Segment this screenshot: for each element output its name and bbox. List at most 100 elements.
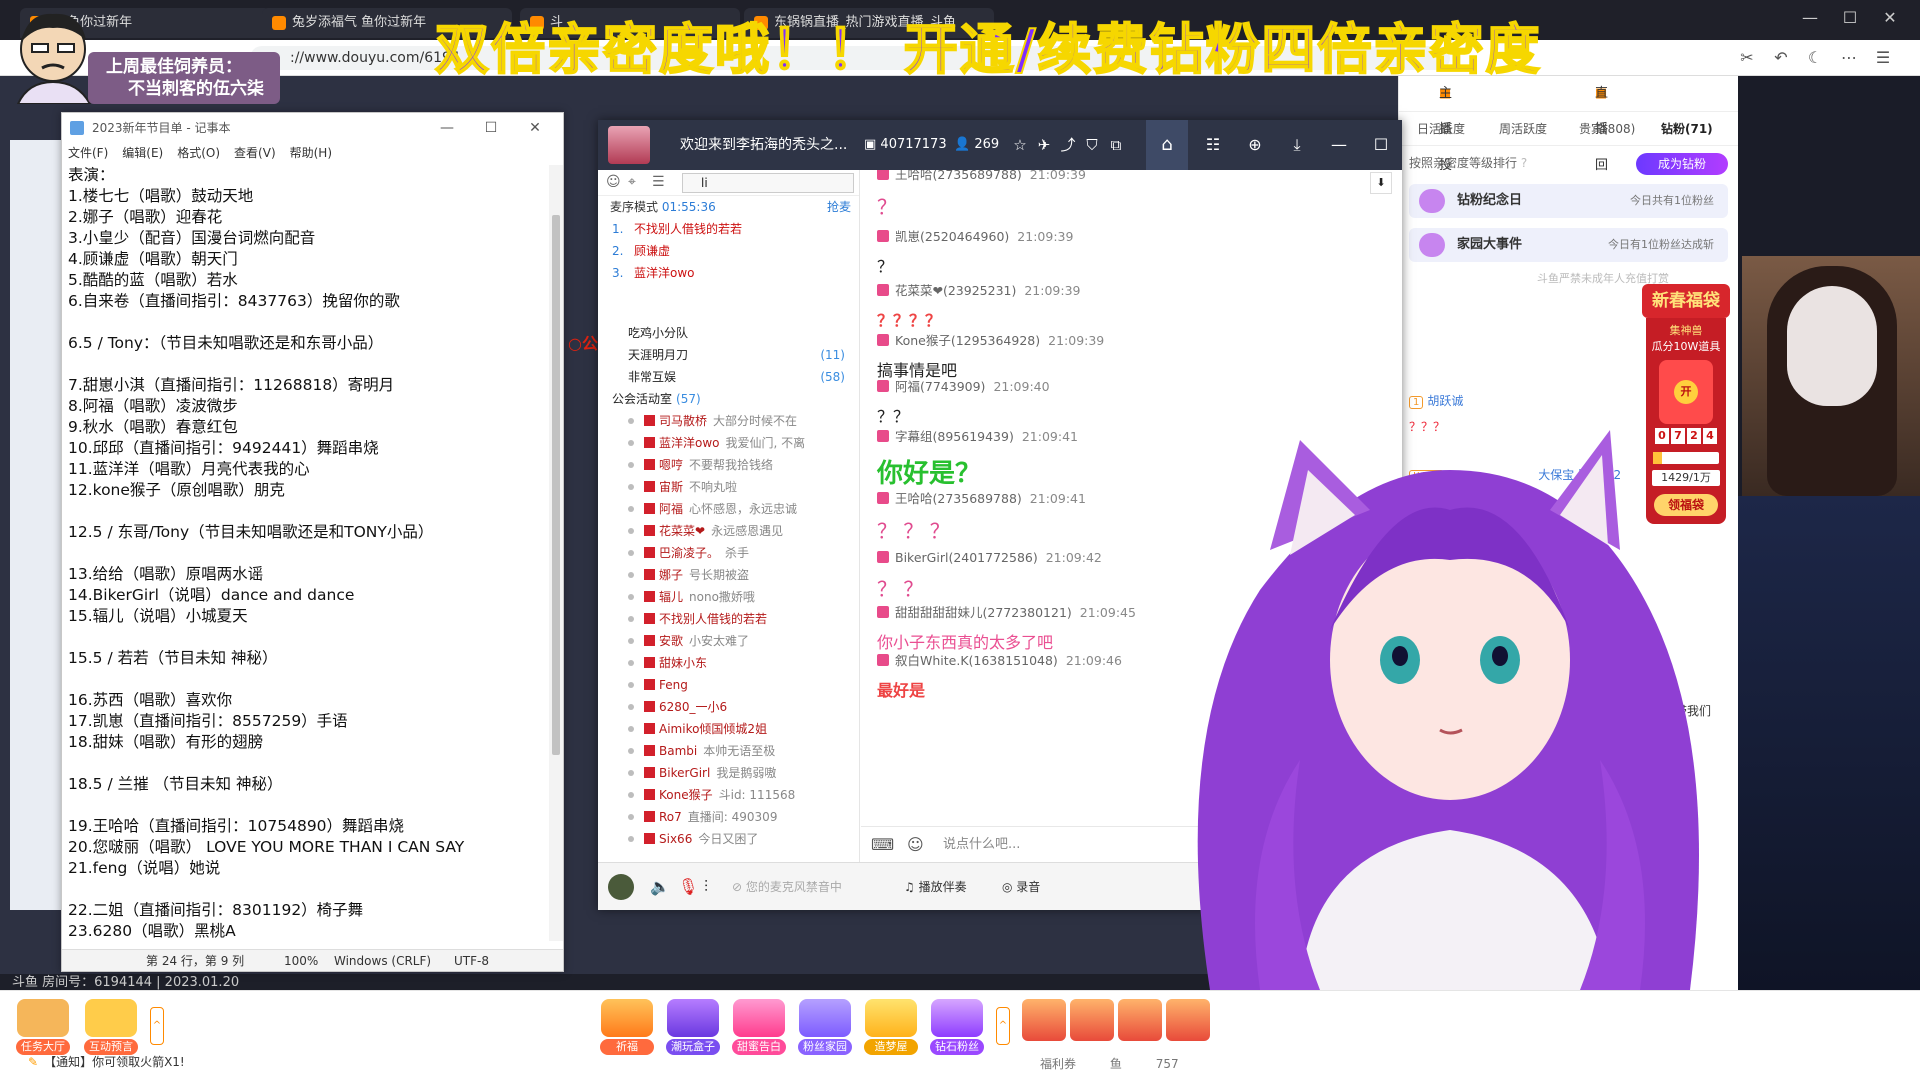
gift-diamond-fans[interactable]: 钻石粉丝: [930, 999, 984, 1055]
message-author[interactable]: 王哈哈(2735689788): [895, 491, 1022, 506]
download-icon[interactable]: ⤓: [1276, 120, 1318, 170]
member-item[interactable]: 司马散桥 大部分时候不在: [598, 410, 859, 432]
extensions-icon[interactable]: ✂: [1730, 48, 1764, 67]
menu-help[interactable]: 帮助(H): [290, 146, 332, 160]
message-author[interactable]: 字幕组(895619439): [895, 429, 1014, 444]
maximize-button[interactable]: ☐: [1360, 120, 1402, 170]
gamepad-icon[interactable]: ⊕: [1234, 120, 1276, 170]
fan-anniversary-card[interactable]: 钻粉纪念日 今日共有1位粉丝: [1409, 184, 1728, 218]
expand-center-icon[interactable]: ^: [996, 1007, 1010, 1045]
menu-view[interactable]: 查看(V): [234, 146, 276, 160]
message-author[interactable]: 王哈哈(2735689788): [895, 170, 1022, 182]
become-fan-button[interactable]: 成为钻粉: [1636, 153, 1728, 175]
chat-user[interactable]: 大吉大利: [1532, 520, 1580, 534]
night-mode-icon[interactable]: ☾: [1798, 48, 1832, 67]
emoji-icon[interactable]: ☺: [907, 827, 924, 863]
mic-muted-icon[interactable]: 🎙: [678, 863, 698, 911]
notepad-scrollbar[interactable]: [549, 165, 563, 941]
location-icon[interactable]: ⌖: [628, 174, 636, 190]
screen-icon[interactable]: ⧉: [1104, 120, 1128, 170]
mic-queue-item[interactable]: 2. 顾谦虚: [598, 240, 859, 262]
replay-link[interactable]: ■ 直播回看 ›: [1595, 76, 1608, 209]
notes-icon[interactable]: ☰: [652, 174, 665, 190]
member-item[interactable]: 辐儿 nono撒娇哦: [598, 586, 859, 608]
member-item[interactable]: 甜妹小东: [598, 652, 859, 674]
home-icon[interactable]: ⌂: [1146, 120, 1188, 170]
prediction-button[interactable]: 互动预言: [84, 999, 138, 1055]
message-author[interactable]: Kone猴子(1295364928): [895, 333, 1040, 348]
message-author[interactable]: 花菜菜❤(23925231): [895, 283, 1016, 298]
help-icon[interactable]: ?: [1521, 156, 1527, 170]
user-avatar[interactable]: [608, 874, 634, 900]
subchannel-item[interactable]: 吃鸡小分队: [598, 322, 859, 344]
gift-item[interactable]: [1070, 999, 1114, 1041]
member-item[interactable]: 安歌 小安太难了: [598, 630, 859, 652]
notepad-text-area[interactable]: 表演： 1.楼七七（唱歌）鼓动天地 2.娜子（唱歌）迎春花 3.小皇少（配音）国漫台词…: [64, 165, 548, 941]
mic-queue-item[interactable]: 3. 蓝洋洋owo: [598, 262, 859, 284]
tab-diamond-fans[interactable]: 钻粉(71): [1661, 112, 1713, 146]
tab-weekly-active[interactable]: 周活跃度: [1499, 112, 1547, 146]
more-icon[interactable]: ⋯: [1832, 48, 1866, 67]
message-author[interactable]: 叙白White.K(1638151048): [895, 653, 1058, 668]
task-hall-button[interactable]: 任务大厅: [16, 999, 70, 1055]
subchannel-item[interactable]: 天涯明月刀 (11): [598, 344, 859, 366]
member-item[interactable]: 巴渝凌子。 杀手: [598, 542, 859, 564]
gift-confession[interactable]: 甜蜜告白: [732, 999, 786, 1055]
gift-pray[interactable]: 祈福: [600, 999, 654, 1055]
member-item[interactable]: Ro7 直播间: 490309: [598, 806, 859, 828]
member-item[interactable]: 6280_一小6: [598, 696, 859, 718]
channel-search-input[interactable]: li: [682, 173, 854, 193]
message-author[interactable]: 甜甜甜甜甜妹儿(2772380121): [895, 605, 1072, 620]
tab-vip[interactable]: 贵宾(808): [1579, 112, 1635, 146]
chat-user[interactable]: 大保宝上宝732: [1538, 468, 1621, 482]
scrollbar-thumb[interactable]: [552, 215, 560, 755]
minimize-button[interactable]: —: [1790, 8, 1830, 27]
notepad-maximize-button[interactable]: ☐: [469, 113, 513, 143]
person-icon[interactable]: ☺: [606, 174, 621, 190]
share-icon[interactable]: ⤴: [1056, 120, 1080, 170]
tab-daily-active[interactable]: 日活跃度: [1417, 112, 1465, 146]
gift-blind-box[interactable]: 潮玩盒子: [666, 999, 720, 1055]
member-item[interactable]: Kone猴子 斗id: 111568: [598, 784, 859, 806]
notepad-minimize-button[interactable]: —: [425, 113, 469, 143]
minimize-button[interactable]: —: [1318, 120, 1360, 170]
menu-format[interactable]: 格式(O): [177, 146, 220, 160]
member-item[interactable]: Six66 今日又困了: [598, 828, 859, 850]
speaker-icon[interactable]: 🔈: [650, 863, 670, 911]
member-item[interactable]: Bambi 本帅无语至极: [598, 740, 859, 762]
new-year-lucky-bag[interactable]: 新春福袋 集神兽 瓜分10W道具 开 0724 1429/1万 领福袋: [1642, 256, 1730, 526]
chat-user[interactable]: 胡跃诚: [1427, 394, 1463, 408]
maximize-button[interactable]: ☐: [1830, 8, 1870, 27]
subchannel-item[interactable]: 非常互娱 (58): [598, 366, 859, 388]
member-item[interactable]: Feng: [598, 674, 859, 696]
member-item[interactable]: 阿福 心怀感恩，永远忠诚: [598, 498, 859, 520]
scroll-bottom-icon[interactable]: ⬇: [1370, 172, 1392, 194]
member-item[interactable]: Aimiko倾国倾城2姐: [598, 718, 859, 740]
member-item[interactable]: BikerGirl 我是鹅弱嗷: [598, 762, 859, 784]
message-author[interactable]: BikerGirl(2401772586): [895, 550, 1038, 565]
menu-icon[interactable]: ☰: [1866, 48, 1900, 67]
message-author[interactable]: 凯崽(2520464960): [895, 229, 1009, 244]
close-button[interactable]: ✕: [1870, 8, 1910, 27]
coupon-link[interactable]: 福利券: [1040, 1057, 1076, 1071]
accompany-button[interactable]: ♫ 播放伴奏: [904, 863, 967, 911]
gift-item[interactable]: [1166, 999, 1210, 1041]
gamepad-icon[interactable]: ⌨: [871, 827, 894, 863]
record-button[interactable]: ◎ 录音: [1002, 863, 1040, 911]
gift-dream-house[interactable]: 造梦屋: [864, 999, 918, 1055]
member-item[interactable]: 嗯哼 不要帮我拾钱络: [598, 454, 859, 476]
member-item[interactable]: 不找别人借钱的若若: [598, 608, 859, 630]
grab-mic-button[interactable]: 抢麦: [827, 196, 851, 218]
member-item[interactable]: 蓝洋洋owo 我爱仙门, 不离: [598, 432, 859, 454]
chat-input[interactable]: 说点什么吧...: [943, 827, 1020, 863]
gift-fan-home[interactable]: 粉丝家园: [798, 999, 852, 1055]
gift-item[interactable]: [1022, 999, 1066, 1041]
expand-left-icon[interactable]: ^: [150, 1007, 164, 1045]
shield-icon[interactable]: ⛉: [1080, 120, 1104, 170]
menu-edit[interactable]: 编辑(E): [122, 146, 163, 160]
member-item[interactable]: 花菜菜❤ 永远感恩遇见: [598, 520, 859, 542]
equalizer-icon[interactable]: ⫶: [704, 863, 708, 911]
member-item[interactable]: 娜子 号长期被盗: [598, 564, 859, 586]
mic-queue-item[interactable]: 1. 不找别人借钱的若若: [598, 218, 859, 240]
message-author[interactable]: 阿福(7743909): [895, 379, 985, 394]
